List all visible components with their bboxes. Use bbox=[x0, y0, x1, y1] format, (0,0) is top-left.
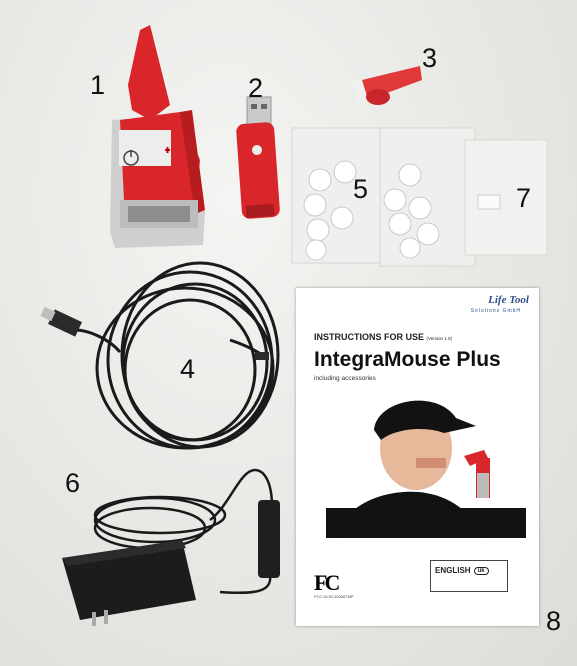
language-code: uk bbox=[473, 567, 489, 575]
usb-cable bbox=[74, 261, 280, 450]
integramouse-device bbox=[110, 25, 205, 248]
label-item-2: 2 bbox=[248, 73, 264, 103]
mouthpiece bbox=[352, 66, 422, 105]
manual-cover-photo bbox=[326, 400, 526, 538]
label-item-6: 6 bbox=[65, 468, 81, 498]
label-item-3: 3 bbox=[422, 43, 438, 73]
language-box: ENGLISH uk bbox=[430, 560, 508, 592]
label-item-4: 4 bbox=[180, 354, 196, 384]
manual-title: IntegraMouse Plus bbox=[314, 348, 501, 371]
label-item-1: 1 bbox=[90, 70, 106, 100]
manual-heading: INSTRUCTIONS FOR USE (Version 1.0) bbox=[314, 332, 453, 342]
label-item-5: 5 bbox=[353, 174, 369, 204]
label-item-7: 7 bbox=[516, 183, 532, 213]
spare-parts-bag bbox=[464, 139, 548, 256]
fcc-logo: FC bbox=[314, 570, 340, 595]
manual-subtitle: including accessories bbox=[314, 375, 376, 382]
brand-logo: Life Tool bbox=[488, 294, 529, 306]
usb-receiver bbox=[236, 96, 280, 219]
brand-subtitle: Solutions GmbH bbox=[470, 308, 521, 314]
label-item-8: 8 bbox=[546, 606, 562, 636]
filter-bags bbox=[291, 127, 476, 267]
power-adapter bbox=[62, 468, 280, 626]
product-photo: Life Tool Solutions GmbH INSTRUCTIONS FO… bbox=[0, 0, 577, 666]
fcc-id: FCC ID:SC10008TMP bbox=[314, 594, 354, 599]
instruction-manual: Life Tool Solutions GmbH INSTRUCTIONS FO… bbox=[296, 288, 539, 626]
